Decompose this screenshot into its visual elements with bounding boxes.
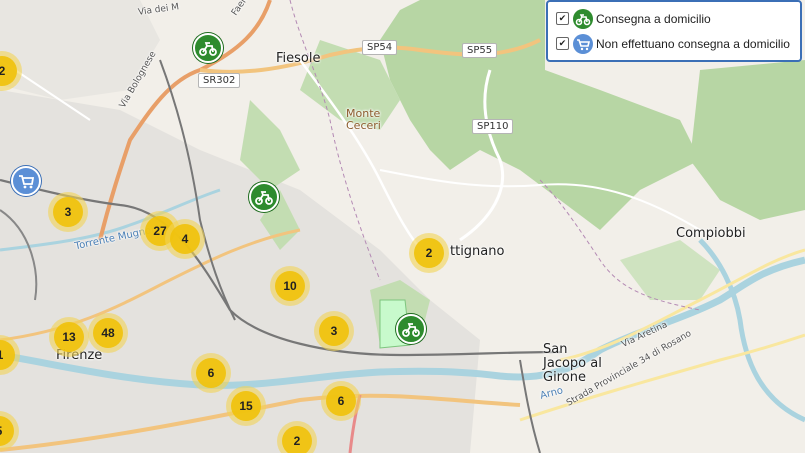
legend-label-delivery: Consegna a domicilio	[596, 11, 711, 26]
label-compiobbi: Compiobbi	[676, 226, 746, 241]
delivery-scooter-marker[interactable]	[396, 314, 426, 344]
no-delivery-checkbox[interactable]: ✔	[556, 37, 569, 50]
cluster-marker[interactable]: 13	[49, 317, 89, 357]
legend-row-delivery[interactable]: ✔ Consegna a domicilio	[556, 6, 792, 31]
road-shield-sr302: SR302	[198, 73, 241, 88]
cluster-marker[interactable]: 15	[226, 386, 266, 426]
layer-legend: ✔ Consegna a domicilio ✔ Non effettuano …	[546, 0, 802, 62]
delivery-scooter-icon	[402, 323, 420, 337]
label-settignano: ttignano	[450, 244, 505, 259]
cluster-marker[interactable]: 6	[191, 353, 231, 393]
delivery-scooter-marker[interactable]	[193, 33, 223, 63]
shopping-cart-marker[interactable]	[11, 166, 41, 196]
cluster-marker[interactable]: 4	[165, 219, 205, 259]
cluster-marker[interactable]: 48	[88, 313, 128, 353]
delivery-scooter-icon	[199, 42, 217, 56]
label-fiesole: Fiesole	[276, 51, 321, 66]
delivery-scooter-marker[interactable]	[249, 182, 279, 212]
map-canvas[interactable]: Fiesole Monte Ceceri Firenze ttignano Co…	[0, 0, 805, 453]
label-san-jacopo: San Jacopo al Girone	[543, 342, 602, 385]
cluster-marker[interactable]: 6	[321, 381, 361, 421]
delivery-checkbox[interactable]: ✔	[556, 12, 569, 25]
cluster-marker[interactable]: 2	[409, 233, 449, 273]
legend-label-no-delivery: Non effettuano consegna a domicilio	[596, 36, 790, 51]
cluster-marker[interactable]: 3	[48, 192, 88, 232]
cluster-marker[interactable]: 3	[314, 311, 354, 351]
shopping-cart-icon	[573, 33, 593, 54]
road-shield-sp55: SP55	[462, 43, 498, 58]
delivery-scooter-icon	[255, 191, 273, 205]
label-monte-ceceri: Monte Ceceri	[346, 107, 381, 132]
cluster-marker[interactable]: 2	[277, 421, 317, 453]
road-shield-sp110: SP110	[472, 119, 514, 134]
shopping-cart-icon	[19, 175, 35, 189]
delivery-scooter-icon	[573, 8, 593, 29]
road-shield-sp54: SP54	[362, 40, 398, 55]
cluster-marker[interactable]: 10	[270, 266, 310, 306]
legend-row-no-delivery[interactable]: ✔ Non effettuano consegna a domicilio	[556, 31, 792, 56]
